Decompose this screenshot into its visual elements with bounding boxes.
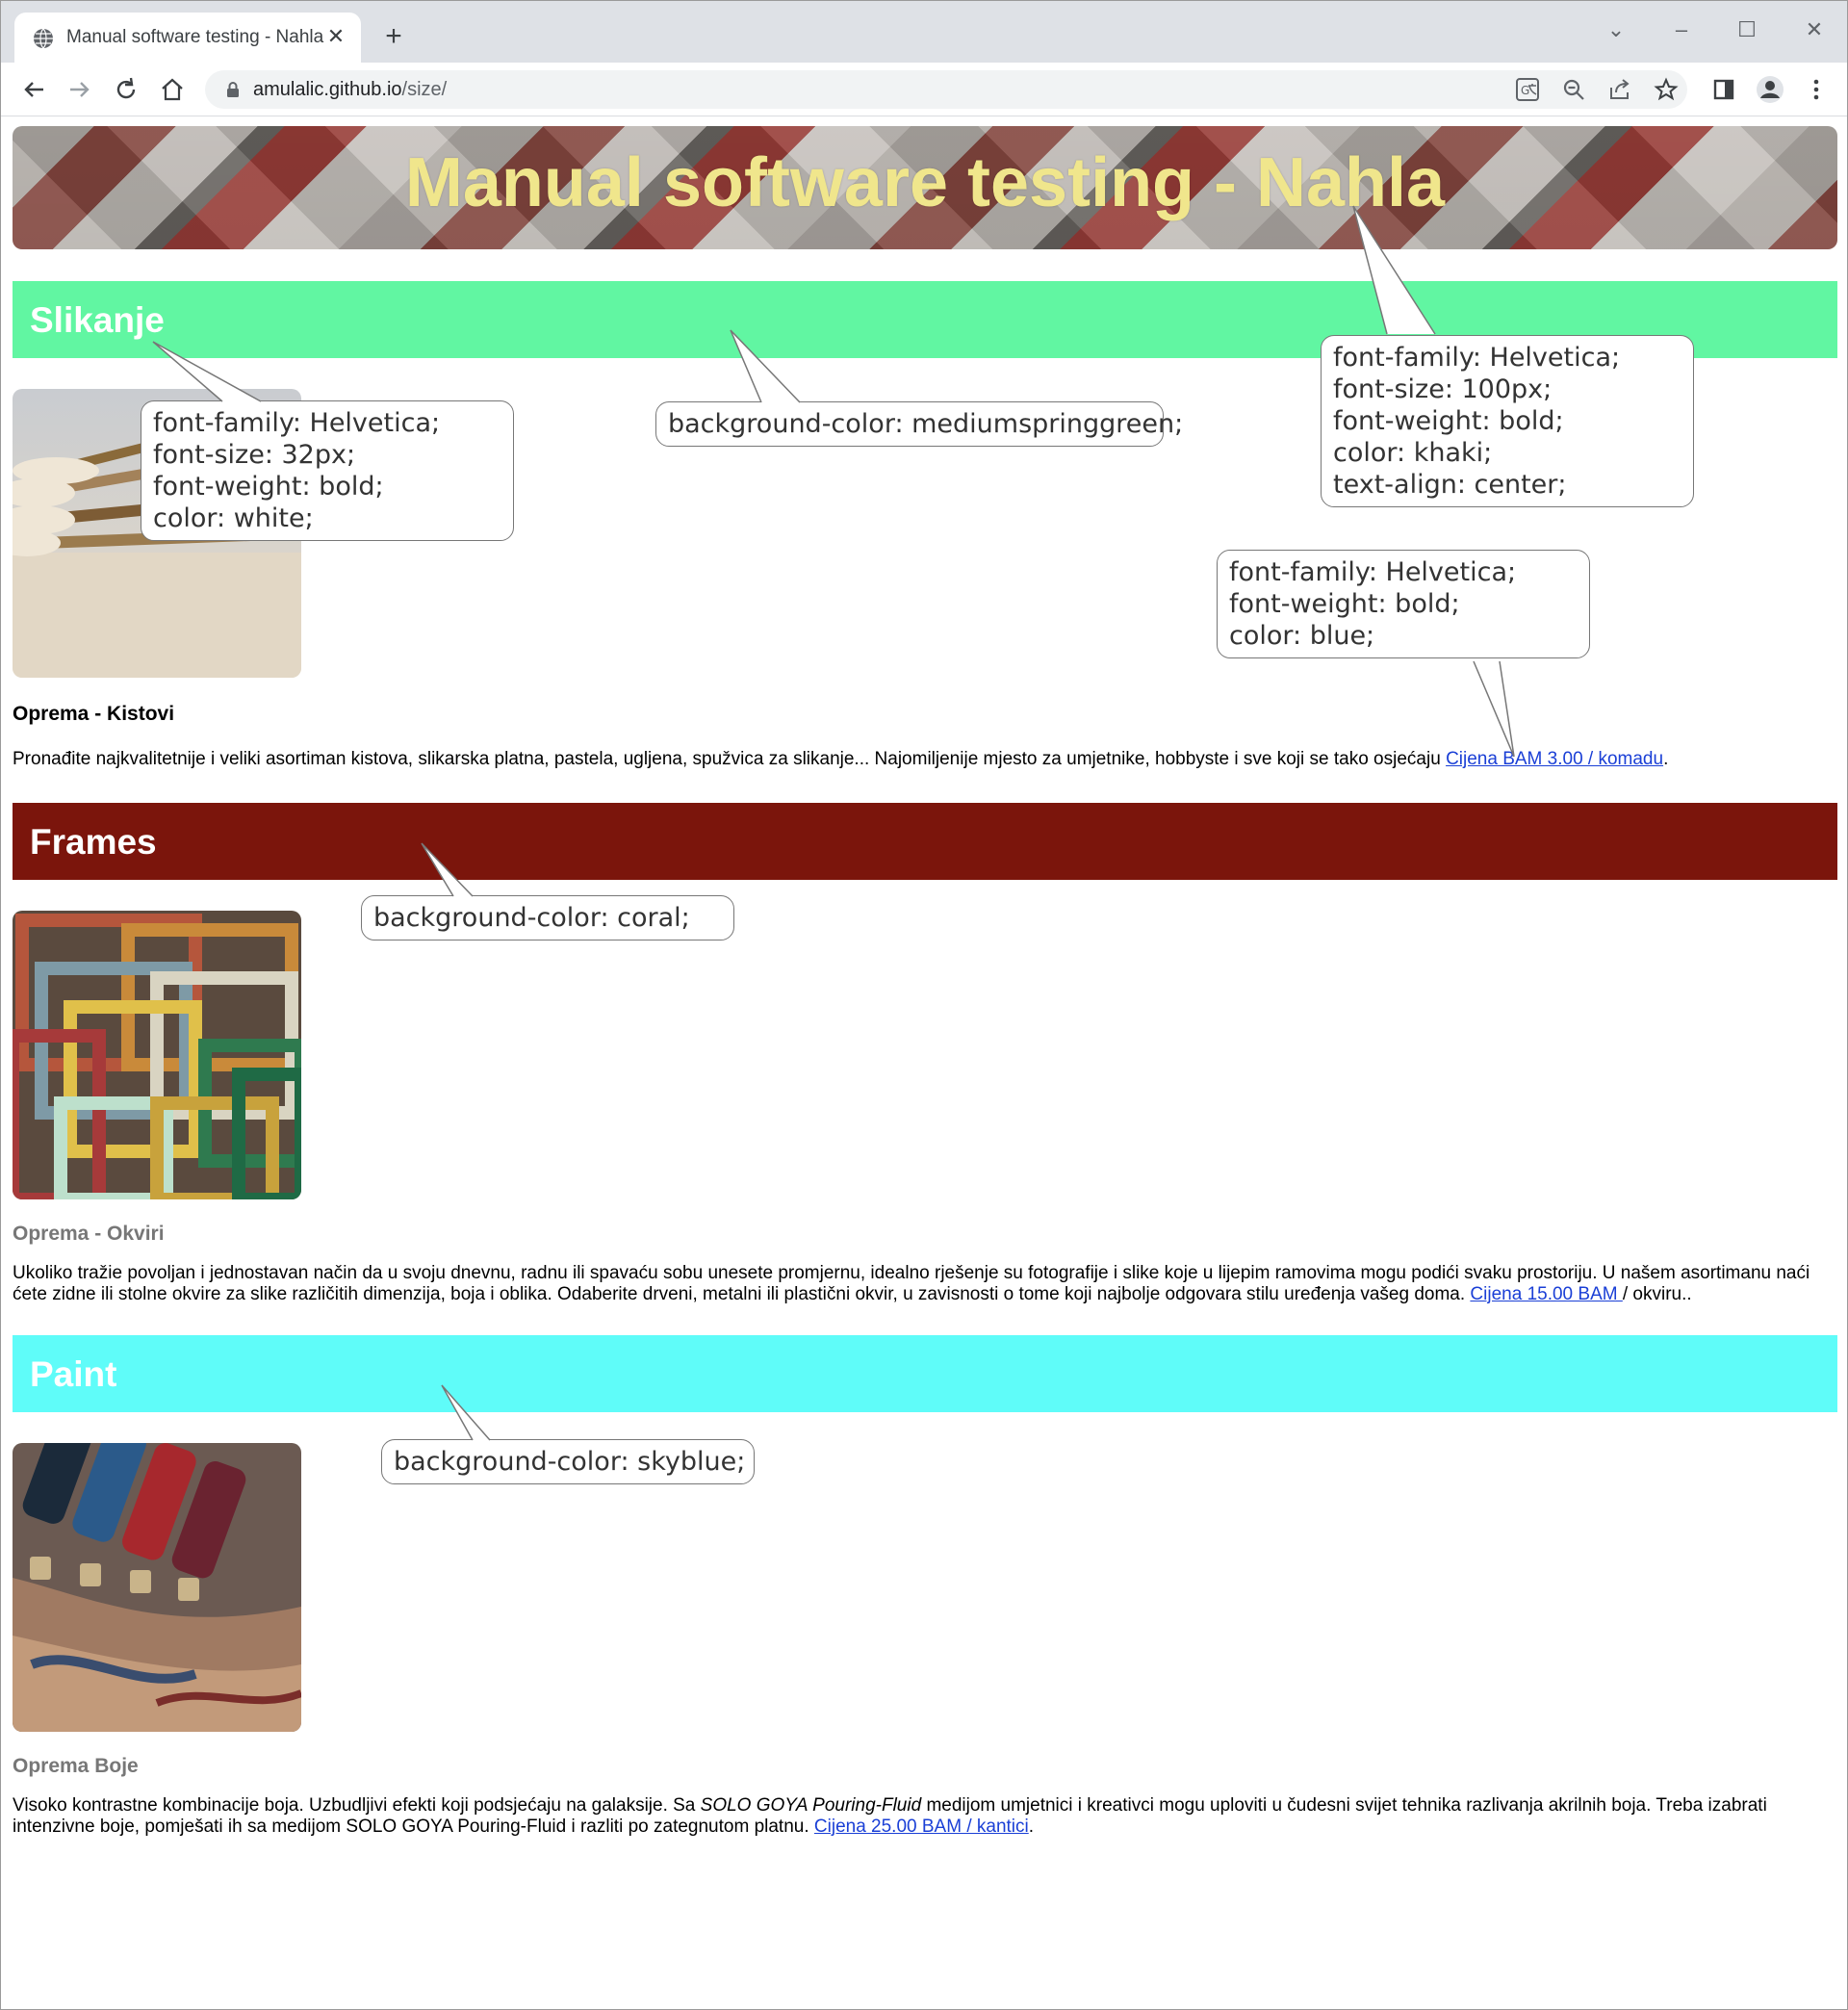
forward-arrow-icon[interactable] [64,74,95,105]
close-tab-icon[interactable]: ✕ [324,25,347,48]
tab-title: Manual software testing - Nahla [66,27,324,47]
share-icon[interactable] [1606,76,1633,103]
page-content: Manual software testing - Nahla Slikanje [1,117,1847,2009]
svg-text:G: G [1521,84,1529,97]
new-tab-icon[interactable]: + [378,22,409,53]
bookmark-star-icon[interactable] [1653,76,1680,103]
zoom-out-icon[interactable] [1560,76,1587,103]
reload-icon[interactable] [111,74,141,105]
maximize-icon[interactable]: ☐ [1724,11,1770,49]
address-bar[interactable]: amulalic.github.io/size/ G [205,70,1687,109]
translate-icon[interactable]: G [1514,76,1541,103]
profile-avatar-icon[interactable] [1755,74,1785,105]
browser-window: Manual software testing - Nahla ✕ + ⌄ – … [0,0,1848,2010]
home-icon[interactable] [157,74,188,105]
side-panel-icon[interactable] [1708,74,1739,105]
tab-search-icon[interactable]: ⌄ [1593,11,1639,49]
callout-pointers [152,205,1515,1441]
minimize-icon[interactable]: – [1658,11,1705,49]
url-text: amulalic.github.io/size/ [253,79,448,100]
browser-toolbar: amulalic.github.io/size/ G [1,63,1847,116]
menu-dots-icon[interactable] [1801,74,1832,105]
close-window-icon[interactable]: ✕ [1791,11,1837,49]
browser-tab[interactable]: Manual software testing - Nahla ✕ [14,13,361,63]
back-arrow-icon[interactable] [18,74,49,105]
lock-icon[interactable] [224,81,242,98]
tab-strip: Manual software testing - Nahla ✕ + ⌄ – … [1,1,1847,63]
globe-icon [34,28,53,49]
